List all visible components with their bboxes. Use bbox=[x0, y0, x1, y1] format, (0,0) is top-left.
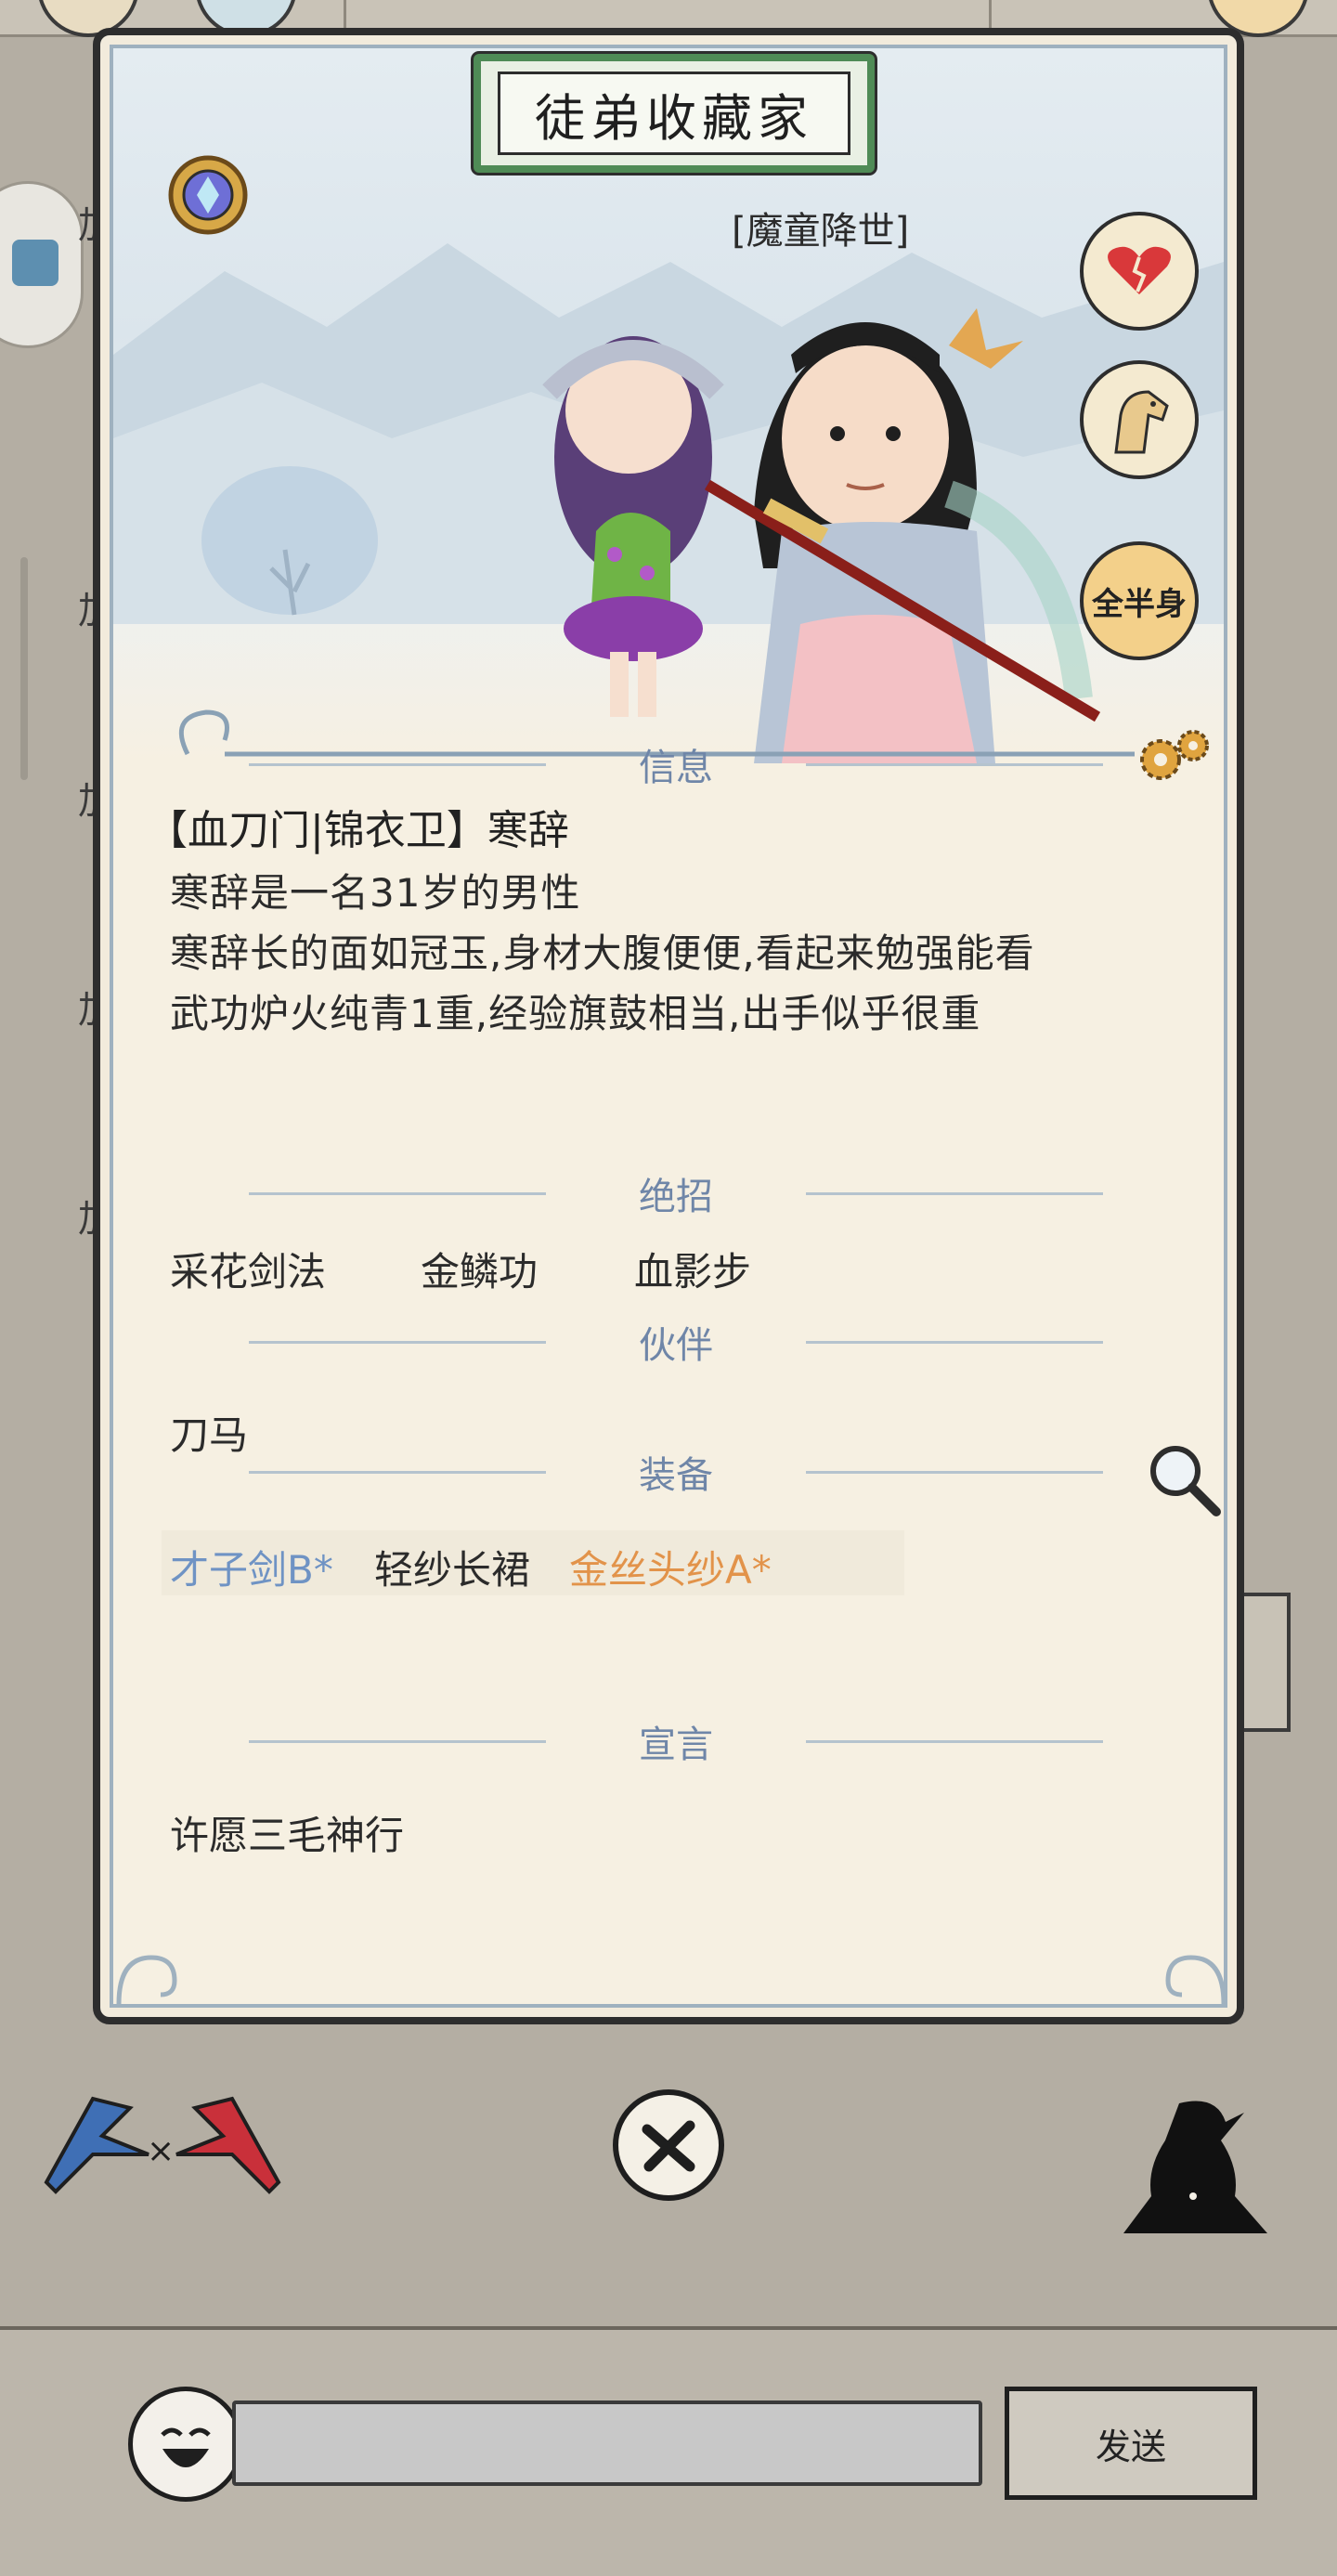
emoji-button[interactable] bbox=[128, 2387, 243, 2502]
section-header-skills: 绝招 bbox=[249, 1170, 1103, 1218]
partner-name[interactable]: 刀马 bbox=[170, 1404, 248, 1461]
divider bbox=[249, 763, 546, 766]
mount-button[interactable] bbox=[1080, 360, 1199, 479]
divider bbox=[249, 1192, 546, 1195]
divider bbox=[806, 1192, 1103, 1195]
divider bbox=[806, 1740, 1103, 1743]
skill-item[interactable]: 采花剑法 bbox=[170, 1241, 326, 1297]
section-title: 绝招 bbox=[639, 1176, 713, 1218]
gear-icon[interactable] bbox=[1133, 722, 1216, 787]
info-line: 武功炉火纯青1重,经验旗鼓相当,出手似乎很重 bbox=[170, 991, 981, 1036]
laughing-face-icon bbox=[161, 2427, 211, 2467]
close-icon bbox=[642, 2120, 695, 2172]
skill-item[interactable]: 血影步 bbox=[634, 1241, 751, 1297]
scrollbar[interactable] bbox=[20, 557, 28, 780]
horse-icon bbox=[1114, 390, 1169, 454]
equipment-item[interactable]: 轻纱长裙 bbox=[365, 1535, 539, 1599]
meditate-icon[interactable] bbox=[1114, 2094, 1272, 2257]
section-title: 宣言 bbox=[639, 1724, 713, 1766]
equipment-item[interactable]: 金丝头纱A* bbox=[560, 1535, 781, 1599]
chat-icon bbox=[12, 240, 58, 286]
svg-text:×: × bbox=[147, 2132, 175, 2170]
nickname-tag: [魔童降世] bbox=[732, 210, 910, 253]
rank-badge-icon[interactable] bbox=[162, 149, 254, 241]
declaration-text: 许愿三毛神行 bbox=[170, 1813, 405, 1858]
broken-heart-icon bbox=[1108, 246, 1171, 294]
divider bbox=[249, 1471, 546, 1474]
divider bbox=[806, 763, 1103, 766]
section-title: 信息 bbox=[639, 747, 713, 789]
chat-input[interactable] bbox=[232, 2400, 982, 2486]
character-card: 徒弟收藏家 [魔童降世] 全半身 信息 【血刀门|锦衣卫】寒辞 寒辞是一名31岁… bbox=[93, 28, 1244, 2024]
section-header-equipment: 装备 bbox=[249, 1449, 1103, 1497]
card-title: 徒弟收藏家 bbox=[498, 72, 850, 155]
close-button[interactable] bbox=[613, 2089, 724, 2201]
character-heading: 【血刀门|锦衣卫】寒辞 bbox=[147, 807, 569, 854]
body-view-label: 全半身 bbox=[1092, 585, 1187, 623]
section-title: 伙伴 bbox=[639, 1324, 713, 1367]
divider bbox=[806, 1341, 1103, 1344]
divider bbox=[249, 1740, 546, 1743]
info-line: 寒辞长的面如冠玉,身材大腹便便,看起来勉强能看 bbox=[170, 930, 1035, 976]
title-plaque: 徒弟收藏家 bbox=[474, 54, 875, 173]
favorite-button[interactable] bbox=[1080, 212, 1199, 331]
section-header-partner: 伙伴 bbox=[249, 1319, 1103, 1367]
section-header-declaration: 宣言 bbox=[249, 1718, 1103, 1766]
divider bbox=[806, 1471, 1103, 1474]
section-header-info: 信息 bbox=[249, 741, 1103, 789]
info-line: 寒辞是一名31岁的男性 bbox=[170, 870, 581, 916]
send-button[interactable]: 发送 bbox=[1005, 2387, 1257, 2500]
equipment-item[interactable]: 才子剑B* bbox=[161, 1535, 343, 1599]
corner-swirl-icon bbox=[116, 1955, 177, 2005]
corner-swirl-icon bbox=[1165, 1955, 1227, 2005]
search-icon[interactable] bbox=[1140, 1436, 1224, 1519]
side-tab-button[interactable] bbox=[0, 181, 84, 348]
body-view-toggle[interactable]: 全半身 bbox=[1080, 541, 1199, 660]
section-title: 装备 bbox=[639, 1454, 713, 1497]
divider bbox=[249, 1341, 546, 1344]
skill-item[interactable]: 金鳞功 bbox=[421, 1241, 538, 1297]
crossed-swords-icon[interactable]: × bbox=[37, 2080, 288, 2201]
